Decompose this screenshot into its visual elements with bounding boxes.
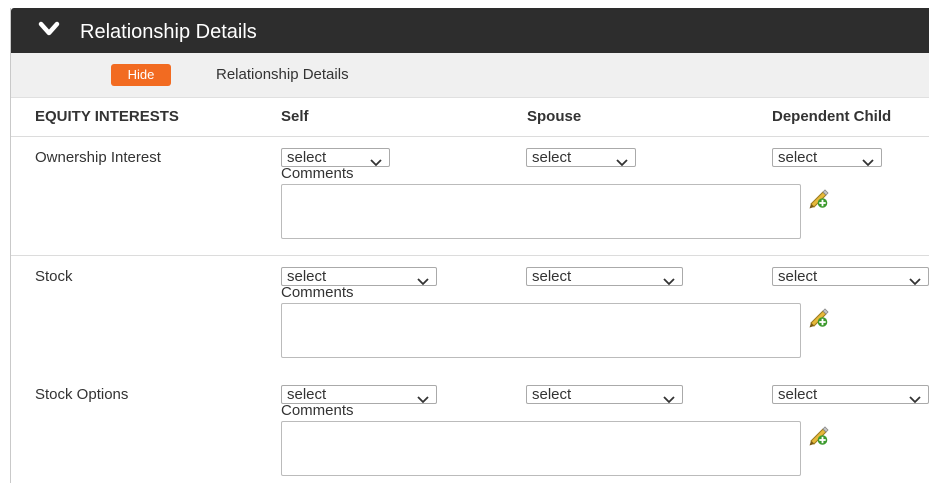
panel-header[interactable]: Relationship Details — [11, 8, 929, 53]
pencil-edit-icon[interactable] — [808, 306, 830, 332]
table-header: EQUITY INTERESTS Self Spouse Dependent C… — [11, 98, 929, 137]
section-toolbar: Hide Relationship Details — [11, 53, 929, 98]
column-header-equity-interests: EQUITY INTERESTS — [35, 108, 179, 125]
column-header-self: Self — [281, 108, 309, 125]
column-header-dependent-child: Dependent Child — [772, 108, 892, 125]
row-label: Stock Options — [35, 386, 129, 403]
comments-label: Comments — [281, 402, 354, 419]
comments-field[interactable] — [281, 184, 801, 239]
row-label: Stock — [35, 268, 73, 285]
table-row: Ownership Interest select select select … — [11, 137, 929, 256]
table-row: Stock Options select select select Comme… — [11, 374, 929, 483]
chevron-down-icon — [909, 273, 921, 290]
select-value: select — [778, 268, 818, 285]
comments-label: Comments — [281, 165, 354, 182]
relationship-details-panel: Relationship Details Hide Relationship D… — [10, 8, 929, 483]
table-row: Stock select select select Comments — [11, 256, 929, 375]
select-value: select — [532, 149, 572, 166]
section-label: Relationship Details — [216, 66, 349, 83]
dependent-child-select[interactable]: select — [772, 385, 929, 404]
chevron-down-icon — [616, 154, 628, 171]
chevron-down-icon — [417, 273, 429, 290]
comments-field[interactable] — [281, 421, 801, 476]
column-header-spouse: Spouse — [527, 108, 582, 125]
chevron-down-icon — [663, 391, 675, 408]
spouse-select[interactable]: select — [526, 267, 683, 286]
hide-button[interactable]: Hide — [111, 64, 171, 86]
pencil-edit-icon[interactable] — [808, 187, 830, 213]
dependent-child-select[interactable]: select — [772, 267, 929, 286]
select-value: select — [778, 386, 818, 403]
chevron-down-icon — [909, 391, 921, 408]
spouse-select[interactable]: select — [526, 385, 683, 404]
chevron-down-icon[interactable] — [38, 21, 60, 41]
comments-label: Comments — [281, 284, 354, 301]
select-value: select — [532, 268, 572, 285]
dependent-child-select[interactable]: select — [772, 148, 882, 167]
pencil-edit-icon[interactable] — [808, 424, 830, 450]
select-value: select — [532, 386, 572, 403]
spouse-select[interactable]: select — [526, 148, 636, 167]
chevron-down-icon — [370, 154, 382, 171]
comments-field[interactable] — [281, 303, 801, 358]
select-value: select — [778, 149, 818, 166]
chevron-down-icon — [417, 391, 429, 408]
chevron-down-icon — [862, 154, 874, 171]
chevron-down-icon — [663, 273, 675, 290]
panel-title: Relationship Details — [80, 21, 257, 43]
row-label: Ownership Interest — [35, 149, 161, 166]
